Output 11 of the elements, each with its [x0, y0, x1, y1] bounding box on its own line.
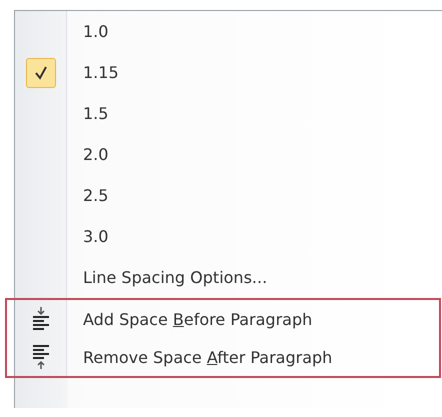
menu-item[interactable]: Add Space Before Paragraph — [15, 300, 439, 338]
menu-item[interactable]: 1.5 — [15, 93, 442, 134]
menu-item[interactable]: 2.5 — [15, 175, 442, 216]
menu-item[interactable]: 1.15 — [15, 52, 442, 93]
menu-item[interactable]: Remove Space After Paragraph — [15, 338, 439, 376]
menu-item[interactable]: Line Spacing Options... — [15, 257, 442, 298]
space-before-icon — [32, 306, 50, 332]
menu-item[interactable]: 3.0 — [15, 216, 442, 257]
menu-item[interactable]: 1.0 — [15, 11, 442, 52]
space-after-icon — [32, 344, 50, 370]
menu-item[interactable]: 2.0 — [15, 134, 442, 175]
